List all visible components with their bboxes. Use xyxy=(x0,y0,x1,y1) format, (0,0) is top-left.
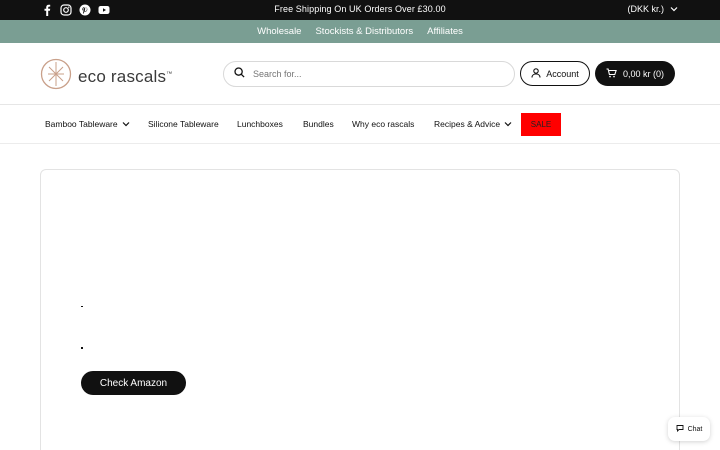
nav-item-sale[interactable]: SALE xyxy=(521,113,561,136)
logo-text: eco rascals™ xyxy=(78,67,172,87)
chat-bubble-icon xyxy=(676,424,684,434)
text-dot xyxy=(81,306,83,307)
trademark-symbol: ™ xyxy=(166,70,173,77)
chevron-down-icon xyxy=(122,119,130,129)
nav-item-why-eco-rascals[interactable]: Why eco rascals xyxy=(352,119,414,129)
chevron-down-icon xyxy=(670,4,678,14)
chat-button[interactable]: Chat xyxy=(668,417,710,441)
stockists-link[interactable]: Stockists & Distributors xyxy=(315,26,413,37)
cart-total: 0,00 kr (0) xyxy=(622,68,664,79)
check-amazon-button[interactable]: Check Amazon xyxy=(81,371,186,395)
chevron-down-icon xyxy=(504,119,512,129)
nav-label: Recipes & Advice xyxy=(434,119,501,129)
nav-label: Bamboo Tableware xyxy=(45,119,118,129)
account-button[interactable]: Account xyxy=(520,61,590,86)
content-card: Check Amazon xyxy=(40,169,680,450)
nav-item-silicone-tableware[interactable]: Silicone Tableware xyxy=(148,119,219,129)
nav-item-lunchboxes[interactable]: Lunchboxes xyxy=(237,119,283,129)
cart-button[interactable]: 0,00 kr (0) xyxy=(595,61,675,86)
nav-item-bundles[interactable]: Bundles xyxy=(303,119,334,129)
wholesale-link[interactable]: Wholesale xyxy=(257,26,301,37)
user-icon xyxy=(531,67,541,80)
nav-label: Bundles xyxy=(303,119,334,129)
nav-item-recipes-advice[interactable]: Recipes & Advice xyxy=(434,119,512,129)
search-bar[interactable] xyxy=(223,61,515,87)
nav-label: Why eco rascals xyxy=(352,119,415,129)
account-label: Account xyxy=(546,68,579,79)
nav-label: Lunchboxes xyxy=(237,119,283,129)
bullet-dot xyxy=(81,347,83,349)
logo-mark-icon xyxy=(40,58,72,95)
secondary-links-bar: Wholesale Stockists & Distributors Affil… xyxy=(0,20,720,43)
logo[interactable]: eco rascals™ xyxy=(40,58,172,95)
affiliates-link[interactable]: Affiliates xyxy=(427,26,463,37)
announcement-bar: Free Shipping On UK Orders Over £30.00 (… xyxy=(0,0,720,20)
main-navigation: Bamboo Tableware Silicone Tableware Lunc… xyxy=(0,106,720,144)
nav-label: Silicone Tableware xyxy=(148,119,219,129)
logo-wordmark: eco rascals xyxy=(78,66,167,86)
search-icon xyxy=(234,65,245,83)
currency-label: (DKK kr.) xyxy=(627,4,664,14)
chat-label: Chat xyxy=(687,425,703,433)
currency-selector[interactable]: (DKK kr.) xyxy=(627,4,678,14)
site-header: eco rascals™ Account 0,00 kr (0) xyxy=(0,43,720,105)
shipping-message: Free Shipping On UK Orders Over £30.00 xyxy=(274,4,446,14)
cart-icon xyxy=(606,67,617,80)
search-input[interactable] xyxy=(253,69,483,79)
nav-item-bamboo-tableware[interactable]: Bamboo Tableware xyxy=(45,119,130,129)
